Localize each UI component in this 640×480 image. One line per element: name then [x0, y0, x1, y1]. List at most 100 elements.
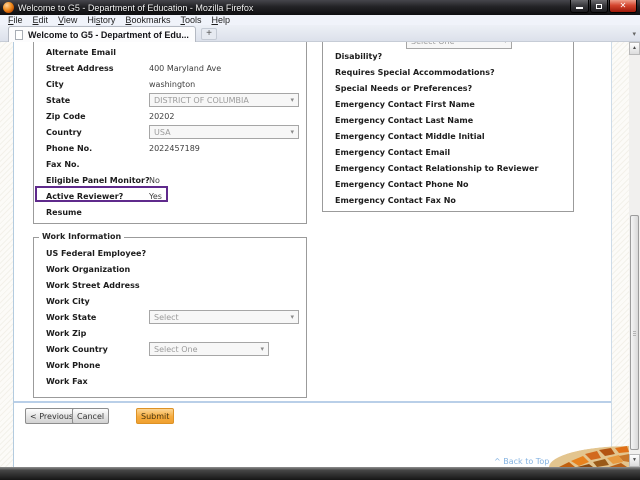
back-to-top-link[interactable]: ^ Back to Top	[494, 457, 549, 466]
field-label: Work Phone	[46, 360, 101, 370]
chevron-down-icon: ▾	[503, 42, 507, 45]
menu-tools[interactable]: Tools	[175, 15, 206, 25]
menu-label-part: ile	[13, 15, 23, 25]
field-row-resume: Resume	[34, 204, 306, 220]
field-label: Emergency Contact First Name	[335, 99, 475, 109]
page-icon	[15, 29, 23, 40]
scroll-up-button[interactable]: ▲	[629, 42, 640, 55]
menu-label-part: elp	[217, 15, 230, 25]
menu-history[interactable]: History	[82, 15, 120, 25]
select-country[interactable]: USA ▾	[149, 125, 299, 139]
field-row-emergency-contact-fax-no: Emergency Contact Fax No	[323, 192, 573, 208]
maximize-button[interactable]	[590, 0, 608, 13]
field-label: Requires Special Accommodations?	[335, 67, 495, 77]
field-row-work-state: Work State Select ▾	[34, 309, 306, 325]
emergency-info-box: Select One ▾ Disability? Requires Special A…	[322, 42, 574, 212]
field-row-active-reviewer: Active Reviewer? Yes	[34, 186, 306, 204]
menu-label-part: ools	[184, 15, 202, 25]
work-information-legend: Work Information	[39, 232, 125, 241]
field-row-fax-no: Fax No.	[34, 156, 306, 172]
field-label: Work Street Address	[46, 280, 140, 290]
previous-button[interactable]: < Previous	[25, 408, 79, 424]
field-label: Special Needs or Preferences?	[335, 83, 473, 93]
menu-view[interactable]: View	[53, 15, 82, 25]
menu-bookmarks[interactable]: Bookmarks	[120, 15, 175, 25]
firefox-window: Welcome to G5 - Department of Education …	[0, 0, 640, 480]
decorative-corner-graphic	[549, 446, 629, 467]
tab-title: Welcome to G5 - Department of Edu...	[28, 29, 189, 40]
chevron-down-icon: ▾	[260, 344, 264, 353]
tab-list-dropdown-icon[interactable]: ▾	[632, 30, 636, 38]
field-row-disability: Disability?	[323, 48, 573, 64]
field-row-requires-special-accommodations: Requires Special Accommodations?	[323, 64, 573, 80]
menu-label-part: ookmarks	[131, 15, 171, 25]
minimize-button[interactable]	[570, 0, 589, 13]
chevron-down-icon: ▾	[290, 127, 294, 136]
field-row-phone-no: Phone No. 2022457189	[34, 140, 306, 156]
field-row-country: Country USA ▾	[34, 124, 306, 140]
field-label: Work Country	[46, 344, 108, 354]
field-row-work-fax: Work Fax	[34, 373, 306, 389]
chevron-down-icon: ▾	[290, 312, 294, 321]
field-value: Yes	[149, 191, 162, 201]
submit-button[interactable]: Submit	[136, 408, 175, 424]
cancel-button[interactable]: Cancel	[72, 408, 110, 424]
menu-label-part: tory	[100, 15, 116, 25]
close-button[interactable]: ✕	[609, 0, 637, 13]
field-row-eligible-panel-monitor: Eligible Panel Monitor? No	[34, 172, 306, 188]
field-row-emergency-contact-middle-initial: Emergency Contact Middle Initial	[323, 128, 573, 144]
field-row-emergency-contact-relationship-to-reviewer: Emergency Contact Relationship to Review…	[323, 160, 573, 176]
field-label: Zip Code	[46, 111, 86, 121]
menu-help[interactable]: Help	[206, 15, 235, 25]
field-row-city: City washington	[34, 76, 306, 92]
left-margin-pattern	[0, 42, 13, 467]
scroll-down-icon: ▼	[632, 457, 637, 463]
menu-label-part: iew	[63, 15, 78, 25]
maximize-icon	[596, 3, 602, 9]
field-row-us-federal-employee: US Federal Employee?	[34, 245, 306, 261]
select-work-country[interactable]: Select One ▾	[149, 342, 269, 356]
field-label: Alternate Email	[46, 47, 116, 57]
field-label: Emergency Contact Fax No	[335, 195, 456, 205]
menu-file[interactable]: File	[3, 15, 28, 25]
field-label: Resume	[46, 207, 82, 217]
field-row-state: State DISTRICT OF COLUMBIA ▾	[34, 92, 306, 108]
field-label: City	[46, 79, 64, 89]
menu-label-part: dit	[38, 15, 49, 25]
select-work-state[interactable]: Select ▾	[149, 310, 299, 324]
field-label: Work Fax	[46, 376, 88, 386]
select-value: USA	[154, 127, 171, 137]
field-label: US Federal Employee?	[46, 248, 147, 258]
scroll-down-button[interactable]: ▼	[629, 454, 640, 467]
window-controls: ✕	[569, 0, 637, 13]
field-label: Active Reviewer?	[46, 191, 124, 201]
select-value: Select One	[154, 344, 198, 354]
vertical-scrollbar[interactable]: ▲ ▼	[629, 42, 640, 467]
field-row-special-needs-or-preferences: Special Needs or Preferences?	[323, 80, 573, 96]
field-row-emergency-contact-email: Emergency Contact Email	[323, 144, 573, 160]
field-value: 2022457189	[149, 143, 200, 153]
scrollbar-thumb[interactable]	[630, 215, 639, 450]
field-value: No	[149, 175, 160, 185]
firefox-icon	[3, 2, 14, 13]
new-tab-button[interactable]: +	[201, 28, 217, 40]
menu-edit[interactable]: Edit	[28, 15, 54, 25]
select-state[interactable]: DISTRICT OF COLUMBIA ▾	[149, 93, 299, 107]
title-bar[interactable]: Welcome to G5 - Department of Education …	[0, 0, 640, 15]
field-label: Phone No.	[46, 143, 93, 153]
minimize-icon	[576, 7, 583, 9]
field-row-work-city: Work City	[34, 293, 306, 309]
field-row-emergency-contact-phone-no: Emergency Contact Phone No	[323, 176, 573, 192]
field-value: 20202	[149, 111, 175, 121]
field-row-zip-code: Zip Code 20202	[34, 108, 306, 124]
tab-bar: Welcome to G5 - Department of Edu... + ▾	[0, 25, 640, 42]
tab-welcome-g5[interactable]: Welcome to G5 - Department of Edu...	[8, 26, 196, 42]
field-label: Work Zip	[46, 328, 87, 338]
field-row-work-country: Work Country Select One ▾	[34, 341, 306, 357]
select-value: Select	[154, 312, 179, 322]
menu-bar: File Edit View History Bookmarks Tools Help	[0, 15, 640, 25]
field-row-work-phone: Work Phone	[34, 357, 306, 373]
field-label: State	[46, 95, 71, 105]
field-label: Work Organization	[46, 264, 131, 274]
field-row-work-zip: Work Zip	[34, 325, 306, 341]
